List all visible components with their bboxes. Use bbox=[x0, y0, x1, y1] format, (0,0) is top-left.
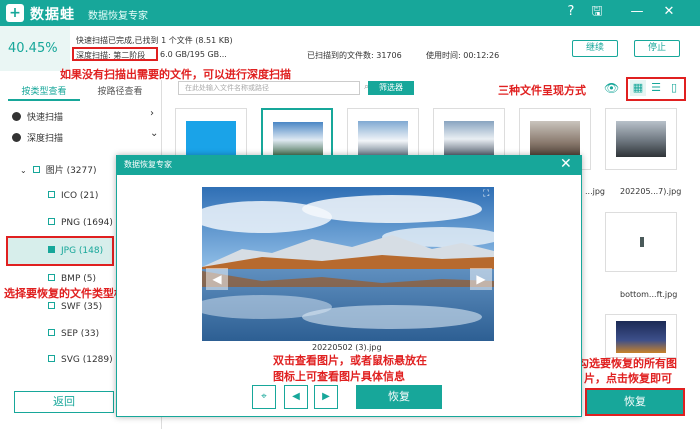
image-thumb bbox=[616, 321, 666, 353]
chevron-right-icon[interactable]: › bbox=[150, 108, 154, 119]
format-jpg[interactable]: JPG (148) bbox=[48, 246, 103, 256]
preview-file-name: 20220502 (3).jpg bbox=[312, 343, 382, 352]
fullscreen-icon[interactable]: ⛶ bbox=[483, 189, 489, 199]
image-thumb bbox=[444, 121, 494, 157]
image-thumb bbox=[616, 121, 666, 157]
help-icon[interactable]: ? bbox=[562, 3, 580, 21]
tab-by-type[interactable]: 按类型查看 bbox=[8, 83, 80, 101]
quick-scan-status: 快速扫描已完成,已找到 1 个文件 (8.51 KB) bbox=[76, 36, 233, 45]
file-name: 202205...7).jpg bbox=[620, 187, 682, 196]
list-view-icon[interactable]: ☰ bbox=[648, 80, 664, 96]
quick-scan-dot-icon bbox=[12, 112, 21, 121]
dialog-close-icon[interactable]: ✕ bbox=[560, 156, 572, 172]
format-svg[interactable]: SVG (1289) bbox=[48, 355, 113, 365]
preview-eye-icon[interactable]: 👁 bbox=[604, 81, 619, 95]
image-thumb bbox=[186, 121, 236, 157]
tab-by-path[interactable]: 按路径查看 bbox=[84, 83, 156, 101]
minimize-icon[interactable]: — bbox=[628, 3, 646, 21]
annotation-select-2: 片，点击恢复即可 bbox=[584, 372, 672, 385]
filter-button[interactable]: 筛选器 bbox=[368, 81, 414, 95]
progress-percent: 40.45% bbox=[8, 41, 58, 56]
chevron-down-icon[interactable]: ⌄ bbox=[150, 128, 158, 139]
next-image-icon[interactable]: ▶ bbox=[470, 268, 492, 290]
file-thumbnail[interactable] bbox=[605, 314, 677, 358]
annotation-select-1: 勾选要恢复的所有图 bbox=[578, 357, 677, 370]
dialog-recover-button[interactable]: 恢复 bbox=[356, 385, 442, 409]
logo-icon: + bbox=[6, 4, 24, 22]
file-thumbnail[interactable] bbox=[605, 212, 677, 272]
next-button[interactable]: ▶ bbox=[314, 385, 338, 409]
format-swf[interactable]: SWF (35) bbox=[48, 302, 102, 312]
landscape-image bbox=[202, 187, 494, 341]
file-name: ...jpg bbox=[585, 187, 606, 196]
annotation-preview-1: 双击查看图片，或者鼠标悬放在 bbox=[273, 354, 427, 367]
image-thumb bbox=[640, 237, 644, 247]
annotation-view-modes: 三种文件呈现方式 bbox=[498, 84, 586, 97]
fit-view-icon[interactable]: ⌖ bbox=[252, 385, 276, 409]
format-ico[interactable]: ICO (21) bbox=[48, 191, 98, 201]
deep-scan-item[interactable]: 深度扫描 bbox=[12, 131, 63, 144]
deep-scan-status: 深度扫描: 第二阶段 bbox=[76, 51, 146, 60]
elapsed-time: 使用时间: 00:12:26 bbox=[426, 51, 500, 60]
images-checkbox[interactable] bbox=[32, 166, 40, 173]
expand-icon[interactable]: ⌄ bbox=[20, 166, 27, 175]
close-window-icon[interactable]: ✕ bbox=[660, 3, 678, 21]
save-icon[interactable]: 🖫 bbox=[588, 3, 606, 21]
file-name: bottom...ft.jpg bbox=[620, 290, 678, 299]
dialog-title: 数据恢复专家 bbox=[124, 160, 172, 169]
detail-view-icon[interactable]: ▯ bbox=[666, 80, 682, 96]
image-thumb bbox=[530, 121, 580, 157]
annotation-preview-2: 图标上可查看图片具体信息 bbox=[273, 370, 405, 383]
found-files-count: 已扫描到的文件数: 31706 bbox=[307, 51, 402, 60]
app-name: 数据蛙 bbox=[30, 7, 75, 23]
quick-scan-item[interactable]: 快速扫描 bbox=[12, 110, 63, 123]
scan-size-info: 6.0 GB/195 GB... bbox=[160, 50, 227, 59]
image-thumb bbox=[358, 121, 408, 157]
image-thumb bbox=[273, 122, 323, 158]
prev-button[interactable]: ◀ bbox=[284, 385, 308, 409]
back-button[interactable]: 返回 bbox=[14, 391, 114, 413]
dialog-title-bar bbox=[116, 155, 582, 175]
format-png[interactable]: PNG (1694) bbox=[48, 218, 113, 228]
image-preview[interactable] bbox=[202, 187, 494, 341]
prev-image-icon[interactable]: ◀ bbox=[206, 268, 228, 290]
file-thumbnail[interactable] bbox=[605, 108, 677, 170]
recover-button[interactable]: 恢复 bbox=[585, 388, 685, 416]
images-category[interactable]: ⌄ 图片 (3277) bbox=[20, 163, 97, 176]
grid-view-icon[interactable]: ▦ bbox=[630, 80, 646, 96]
search-input[interactable]: 在此处输入文件名称或路径 bbox=[178, 81, 360, 95]
format-bmp[interactable]: BMP (5) bbox=[48, 274, 96, 284]
deep-scan-dot-icon bbox=[12, 133, 21, 142]
stop-button[interactable]: 停止 bbox=[634, 40, 680, 57]
continue-button[interactable]: 继续 bbox=[572, 40, 618, 57]
format-sep[interactable]: SEP (33) bbox=[48, 329, 99, 339]
app-subtitle: 数据恢复专家 bbox=[88, 11, 148, 22]
